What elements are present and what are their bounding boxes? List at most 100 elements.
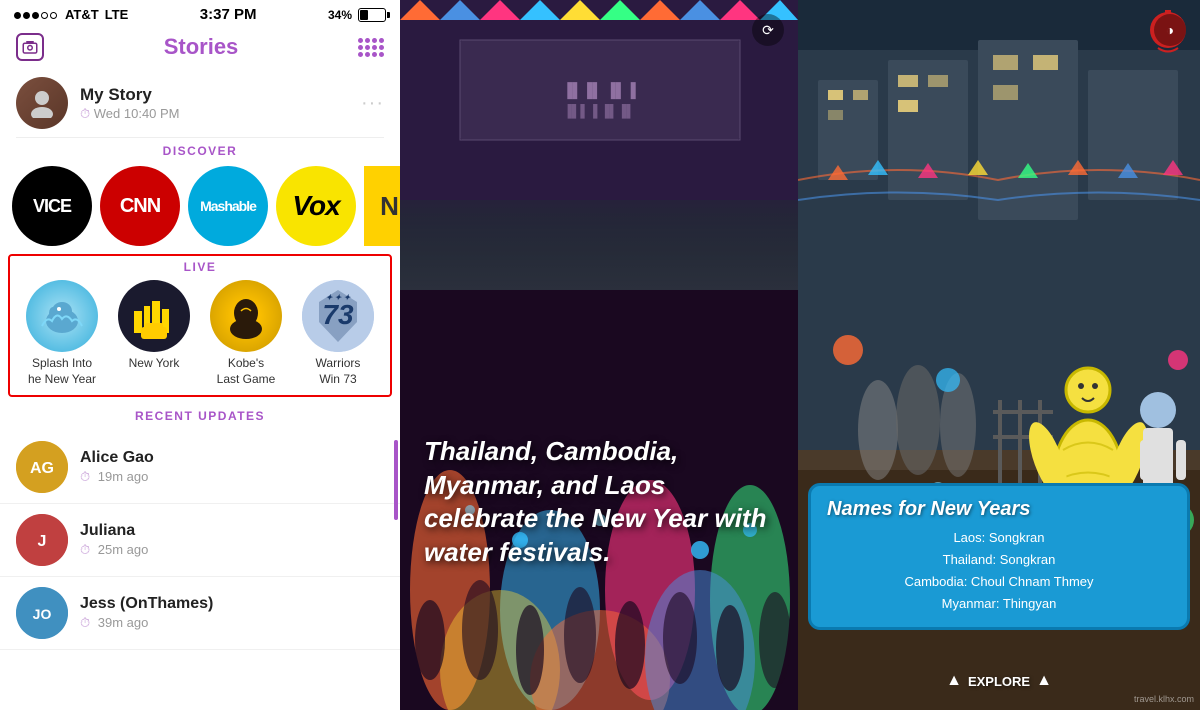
live-item-newyork[interactable]: New York (110, 280, 198, 387)
kobe-icon-svg (221, 291, 271, 341)
battery-fill (360, 10, 368, 20)
network-label: LTE (105, 7, 129, 22)
alice-info: Alice Gao ⏱ 19m ago (80, 449, 384, 485)
status-bar: AT&T LTE 3:37 PM 34% (0, 0, 400, 29)
recent-item-alice[interactable]: AG Alice Gao ⏱ 19m ago (0, 431, 400, 504)
svg-text:▐▌▌▐ ▐▌▐▌: ▐▌▌▐ ▐▌▐▌ (563, 104, 634, 119)
discover-section-label: DISCOVER (0, 138, 400, 166)
stories-panel: AT&T LTE 3:37 PM 34% Stories (0, 0, 400, 710)
clock-icon-alice: ⏱ (80, 469, 90, 484)
middle-panel[interactable]: ▐▌▐▌ ▐▌▐ ▐▌▌▐ ▐▌▐▌ Thail (400, 0, 798, 710)
names-overlay: Names for New Years Laos: Songkran Thail… (808, 483, 1190, 630)
discover-item-cnn[interactable]: CNN (100, 166, 180, 246)
recent-section-label: RECENT UPDATES (0, 403, 400, 431)
names-line-3: Cambodia: Choul Chnam Thmey (827, 571, 1171, 593)
live-section: LIVE Splash (8, 254, 392, 397)
jess-avatar-img: JO (16, 587, 68, 639)
jess-avatar: JO (16, 587, 68, 639)
clock-icon-juliana: ⏱ (80, 542, 90, 557)
names-line-1: Laos: Songkran (827, 527, 1171, 549)
time-label: 3:37 PM (200, 6, 257, 23)
person-icon (27, 88, 57, 118)
live-section-label: LIVE (18, 260, 382, 274)
juliana-time: ⏱ 25m ago (80, 542, 384, 558)
svg-text:▐▌▐▌ ▐▌▐: ▐▌▐▌ ▐▌▐ (562, 82, 635, 100)
discover-item-ng[interactable]: N (364, 166, 400, 246)
my-story-avatar (16, 77, 68, 129)
signal-dots (14, 7, 59, 22)
discover-item-vice[interactable]: VICE (12, 166, 92, 246)
more-icon[interactable]: ··· (361, 92, 384, 115)
svg-text:AG: AG (30, 460, 54, 477)
left-panel: AT&T LTE 3:37 PM 34% Stories (0, 0, 400, 710)
ny-avatar (118, 280, 190, 352)
my-story-item[interactable]: My Story ⏱ Wed 10:40 PM ··· (0, 69, 400, 137)
juliana-name: Juliana (80, 522, 384, 540)
svg-text:JO: JO (33, 606, 52, 622)
juliana-avatar-img: J (16, 514, 68, 566)
jess-time: ⏱ 39m ago (80, 615, 384, 631)
clock-icon: ⏱ (80, 106, 90, 121)
names-line-4: Myanmar: Thingyan (827, 593, 1171, 615)
my-story-time: ⏱ Wed 10:40 PM (80, 106, 349, 122)
right-control-button[interactable]: ◑ (1154, 14, 1186, 46)
clock-icon-jess: ⏱ (80, 615, 90, 630)
juliana-avatar: J (16, 514, 68, 566)
juliana-info: Juliana ⏱ 25m ago (80, 522, 384, 558)
live-item-splash[interactable]: Splash Intohe New Year (18, 280, 106, 387)
discover-row: VICE CNN Mashable Vox N (0, 166, 400, 254)
svg-text:73: 73 (322, 299, 354, 330)
watermark: travel.klhx.com (1134, 694, 1194, 704)
stage-svg: ▐▌▐▌ ▐▌▐ ▐▌▌▐ ▐▌▐▌ (400, 0, 798, 200)
jess-info: Jess (OnThames) ⏱ 39m ago (80, 595, 384, 631)
explore-label: EXPLORE (968, 674, 1030, 689)
names-line-2: Thailand: Songkran (827, 549, 1171, 571)
scroll-bar (394, 440, 398, 520)
recent-item-juliana[interactable]: J Juliana ⏱ 25m ago (0, 504, 400, 577)
live-name-kobe: Kobe'sLast Game (217, 356, 276, 387)
live-name-splash: Splash Intohe New Year (28, 356, 96, 387)
discover-item-mashable[interactable]: Mashable (188, 166, 268, 246)
camera-button[interactable] (16, 33, 44, 61)
middle-caption-text: Thailand, Cambodia, Myanmar, and Laos ce… (424, 435, 774, 570)
ng-label: N (380, 191, 398, 222)
status-right: 34% (328, 8, 386, 22)
mashable-label: Mashable (200, 198, 256, 214)
middle-caption-area: Thailand, Cambodia, Myanmar, and Laos ce… (400, 435, 798, 570)
names-overlay-content: Laos: Songkran Thailand: Songkran Cambod… (827, 527, 1171, 615)
battery-percent: 34% (328, 8, 352, 22)
splash-avatar (26, 280, 98, 352)
svg-text:✦ ✦ ✦: ✦ ✦ ✦ (326, 293, 352, 302)
right-panel[interactable]: Names for New Years Laos: Songkran Thail… (798, 0, 1200, 710)
vice-label: VICE (33, 196, 71, 217)
kobe-avatar (210, 280, 282, 352)
names-overlay-title: Names for New Years (827, 498, 1171, 521)
middle-control-button[interactable]: ⟳ (752, 14, 784, 46)
warriors-icon-svg: 73 ✦ ✦ ✦ (302, 280, 374, 352)
cnn-label: CNN (120, 195, 160, 218)
vox-label: Vox (292, 190, 339, 222)
alice-avatar: AG (16, 441, 68, 493)
status-left: AT&T LTE (14, 7, 128, 22)
explore-arrow-icon: ▲ (946, 672, 962, 690)
explore-arrow-icon-2: ▲ (1036, 672, 1052, 690)
my-story-info: My Story ⏱ Wed 10:40 PM (80, 85, 349, 122)
menu-icon[interactable] (358, 38, 384, 57)
my-story-name: My Story (80, 85, 349, 105)
explore-bar[interactable]: ▲ EXPLORE ▲ (798, 672, 1200, 690)
live-item-warriors[interactable]: 73 ✦ ✦ ✦ WarriorsWin 73 (294, 280, 382, 387)
live-row: Splash Intohe New Year (18, 274, 382, 387)
splash-icon-svg (37, 291, 87, 341)
discover-item-vox[interactable]: Vox (276, 166, 356, 246)
live-item-kobe[interactable]: Kobe'sLast Game (202, 280, 290, 387)
alice-avatar-img: AG (16, 441, 68, 493)
live-name-ny: New York (129, 356, 180, 372)
stage-area: ▐▌▐▌ ▐▌▐ ▐▌▌▐ ▐▌▐▌ (400, 0, 798, 320)
recent-item-jess[interactable]: JO Jess (OnThames) ⏱ 39m ago (0, 577, 400, 650)
warriors-avatar: 73 ✦ ✦ ✦ (302, 280, 374, 352)
live-name-warriors: WarriorsWin 73 (316, 356, 361, 387)
recent-updates-list: AG Alice Gao ⏱ 19m ago J (0, 431, 400, 650)
jess-name: Jess (OnThames) (80, 595, 384, 613)
battery-icon (358, 8, 386, 22)
alice-time: ⏱ 19m ago (80, 469, 384, 485)
